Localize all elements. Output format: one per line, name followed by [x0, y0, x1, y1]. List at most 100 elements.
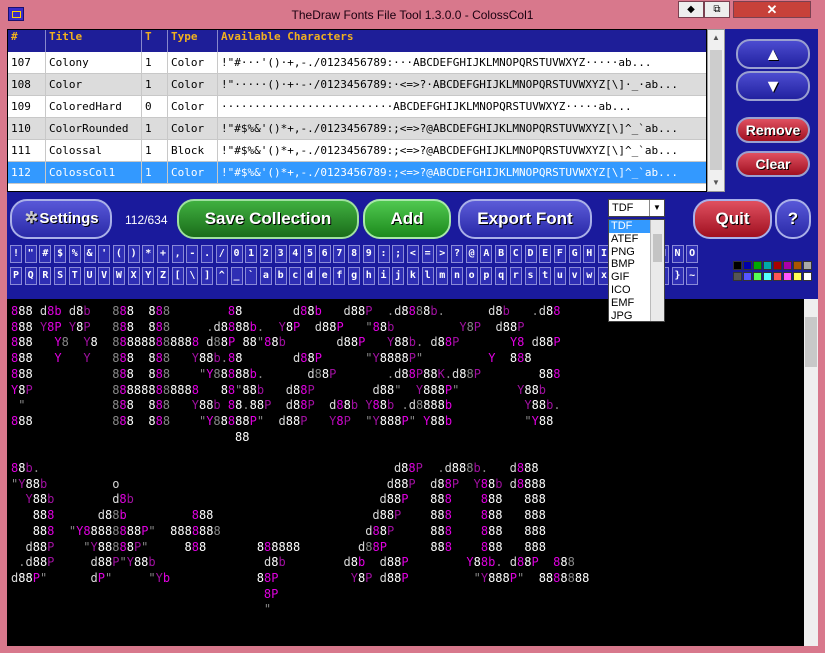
- table-row[interactable]: 112 ColossCol1 1 Color !"#$%&'()*+,-./012345…: [8, 162, 706, 184]
- char-key[interactable]: R: [39, 267, 52, 285]
- char-key[interactable]: l: [421, 267, 434, 285]
- char-key[interactable]: 9: [362, 245, 375, 263]
- char-key[interactable]: B: [495, 245, 508, 263]
- char-key[interactable]: g: [348, 267, 361, 285]
- char-key[interactable]: Y: [142, 267, 155, 285]
- move-up-button[interactable]: ▲: [736, 39, 810, 69]
- char-key[interactable]: T: [68, 267, 81, 285]
- char-key[interactable]: -: [186, 245, 199, 263]
- char-key[interactable]: w: [583, 267, 596, 285]
- char-key[interactable]: X: [127, 267, 140, 285]
- palette-swatch[interactable]: [753, 261, 762, 270]
- table-row[interactable]: 107 Colony 1 Color !"#···'()·+,-./0123456789…: [8, 52, 706, 74]
- palette-swatch[interactable]: [773, 272, 782, 281]
- export-font-button[interactable]: Export Font: [458, 199, 592, 239]
- char-key[interactable]: o: [465, 267, 478, 285]
- char-key[interactable]: Z: [157, 267, 169, 285]
- char-key[interactable]: t: [539, 267, 552, 285]
- palette-swatch[interactable]: [783, 261, 792, 270]
- char-key[interactable]: 1: [245, 245, 258, 263]
- column-header-num[interactable]: #: [8, 30, 46, 52]
- char-key[interactable]: 0: [230, 245, 243, 263]
- font-table[interactable]: # Title T Type Available Characters 107 C…: [7, 29, 707, 192]
- char-key[interactable]: c: [289, 267, 302, 285]
- char-key[interactable]: U: [83, 267, 96, 285]
- char-key[interactable]: (: [112, 245, 125, 263]
- char-key[interactable]: k: [406, 267, 419, 285]
- char-key[interactable]: _: [230, 267, 243, 285]
- table-scrollbar[interactable]: ▲ ▼: [707, 29, 725, 192]
- palette-swatch[interactable]: [793, 261, 802, 270]
- char-key[interactable]: V: [98, 267, 111, 285]
- format-option[interactable]: BMP: [609, 258, 651, 271]
- char-key[interactable]: E: [539, 245, 552, 263]
- char-key[interactable]: 3: [274, 245, 287, 263]
- char-key[interactable]: [: [171, 267, 184, 285]
- palette-swatch[interactable]: [783, 272, 792, 281]
- char-key[interactable]: s: [524, 267, 537, 285]
- char-key[interactable]: W: [112, 267, 125, 285]
- char-key[interactable]: h: [362, 267, 375, 285]
- char-key[interactable]: :: [377, 245, 390, 263]
- scroll-down-icon[interactable]: ▼: [708, 175, 724, 191]
- table-row[interactable]: 108 Color 1 Color !"·····()·+·-·/0123456789:…: [8, 74, 706, 96]
- char-key[interactable]: m: [436, 267, 449, 285]
- palette-swatch[interactable]: [773, 261, 782, 270]
- char-key[interactable]: ": [24, 245, 37, 263]
- format-option[interactable]: TDF: [609, 220, 651, 233]
- char-key[interactable]: ,: [171, 245, 184, 263]
- char-key[interactable]: `: [245, 267, 258, 285]
- palette-swatch[interactable]: [733, 261, 742, 270]
- restore-icon[interactable]: ◆: [678, 1, 704, 18]
- char-key[interactable]: #: [39, 245, 52, 263]
- char-key[interactable]: ): [127, 245, 140, 263]
- remove-button[interactable]: Remove: [736, 117, 810, 143]
- char-key[interactable]: P: [10, 267, 22, 285]
- scroll-up-icon[interactable]: ▲: [708, 30, 724, 46]
- char-key[interactable]: ~: [686, 267, 699, 285]
- char-key[interactable]: ': [98, 245, 111, 263]
- format-dropdown-list[interactable]: TDF ATEF PNG BMP GIF ICO EMF JPG: [608, 219, 665, 322]
- format-option[interactable]: EMF: [609, 297, 651, 310]
- char-key[interactable]: F: [553, 245, 566, 263]
- char-key[interactable]: $: [54, 245, 67, 263]
- char-key[interactable]: .: [201, 245, 214, 263]
- save-collection-button[interactable]: Save Collection: [177, 199, 359, 239]
- char-key[interactable]: 7: [333, 245, 346, 263]
- char-key[interactable]: <: [406, 245, 419, 263]
- palette-swatch[interactable]: [743, 261, 752, 270]
- table-row[interactable]: 109 ColoredHard 0 Color ····················…: [8, 96, 706, 118]
- char-key[interactable]: \: [186, 267, 199, 285]
- char-key[interactable]: ]: [201, 267, 214, 285]
- move-down-button[interactable]: ▼: [736, 71, 810, 101]
- format-option[interactable]: ICO: [609, 284, 651, 297]
- scroll-thumb[interactable]: [710, 50, 722, 170]
- format-option[interactable]: GIF: [609, 271, 651, 284]
- char-key[interactable]: 6: [318, 245, 331, 263]
- palette-swatch[interactable]: [763, 272, 772, 281]
- char-key[interactable]: ^: [215, 267, 228, 285]
- char-key[interactable]: 5: [304, 245, 316, 263]
- char-key[interactable]: A: [480, 245, 493, 263]
- char-key[interactable]: }: [671, 267, 684, 285]
- format-option[interactable]: PNG: [609, 246, 651, 259]
- format-select[interactable]: TDF ▼: [608, 199, 665, 217]
- char-key[interactable]: 2: [259, 245, 272, 263]
- settings-button[interactable]: ✲Settings: [10, 199, 112, 239]
- char-key[interactable]: 4: [289, 245, 302, 263]
- help-button[interactable]: ?: [775, 199, 811, 239]
- char-key[interactable]: H: [583, 245, 596, 263]
- column-header-t[interactable]: T: [142, 30, 168, 52]
- palette-swatch[interactable]: [793, 272, 802, 281]
- char-key[interactable]: p: [480, 267, 493, 285]
- char-key[interactable]: q: [495, 267, 508, 285]
- char-key[interactable]: !: [10, 245, 22, 263]
- preview-scrollbar[interactable]: [804, 299, 818, 646]
- add-button[interactable]: Add: [363, 199, 451, 239]
- char-key[interactable]: b: [274, 267, 287, 285]
- char-key[interactable]: S: [54, 267, 67, 285]
- char-key[interactable]: @: [465, 245, 478, 263]
- palette-swatch[interactable]: [803, 261, 812, 270]
- char-key[interactable]: r: [509, 267, 522, 285]
- chevron-down-icon[interactable]: ▼: [649, 200, 664, 216]
